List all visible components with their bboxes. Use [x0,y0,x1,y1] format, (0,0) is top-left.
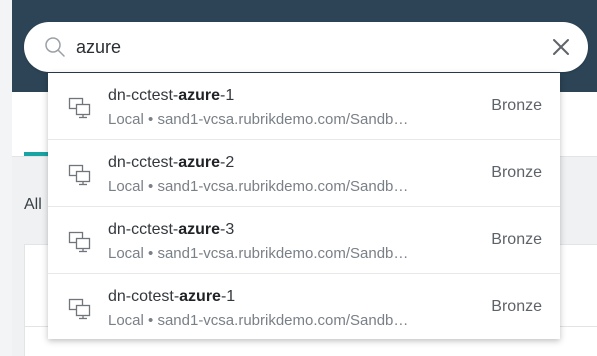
result-name: dn-cctest-azure-1 [108,87,235,104]
search-input[interactable] [76,32,526,62]
search-result-item[interactable]: dn-cctest-azure-2 Local • sand1-vcsa.rub… [48,140,560,207]
vm-icon [68,296,92,320]
result-name: dn-cotest-azure-1 [108,288,236,305]
sla-domain-label: Bronze [491,164,542,181]
result-location: Local • sand1-vcsa.rubrikdemo.com/Sandb… [108,178,409,195]
result-name-match: azure [178,154,221,171]
result-name-match: azure [178,221,221,238]
search-results-dropdown: dn-cctest-azure-1 Local • sand1-vcsa.rub… [48,73,560,339]
search-result-item[interactable]: dn-cctest-azure-3 Local • sand1-vcsa.rub… [48,207,560,274]
global-search-bar [24,22,588,72]
section-label-all[interactable]: All [24,196,42,214]
app-window: All azure dn-cctest-azure-1 Local • sand… [0,0,597,356]
result-location: Local • sand1-vcsa.rubrikdemo.com/Sandb… [108,312,409,329]
sla-domain-label: Bronze [491,298,542,315]
sla-domain-label: Bronze [491,231,542,248]
search-result-item[interactable]: dn-cctest-azure-1 Local • sand1-vcsa.rub… [48,73,560,140]
vm-icon [68,162,92,186]
result-name: dn-cctest-azure-2 [108,154,235,171]
vm-icon [68,95,92,119]
result-name-match: azure [178,87,221,104]
search-result-item[interactable]: dn-cotest-azure-1 Local • sand1-vcsa.rub… [48,274,560,340]
close-icon[interactable] [550,36,572,58]
vm-icon [68,229,92,253]
sla-domain-label: Bronze [491,97,542,114]
result-location: Local • sand1-vcsa.rubrikdemo.com/Sandb… [108,111,409,128]
search-icon [44,36,66,58]
result-location: Local • sand1-vcsa.rubrikdemo.com/Sandb… [108,245,409,262]
result-name: dn-cctest-azure-3 [108,221,235,238]
result-name-match: azure [179,288,221,305]
